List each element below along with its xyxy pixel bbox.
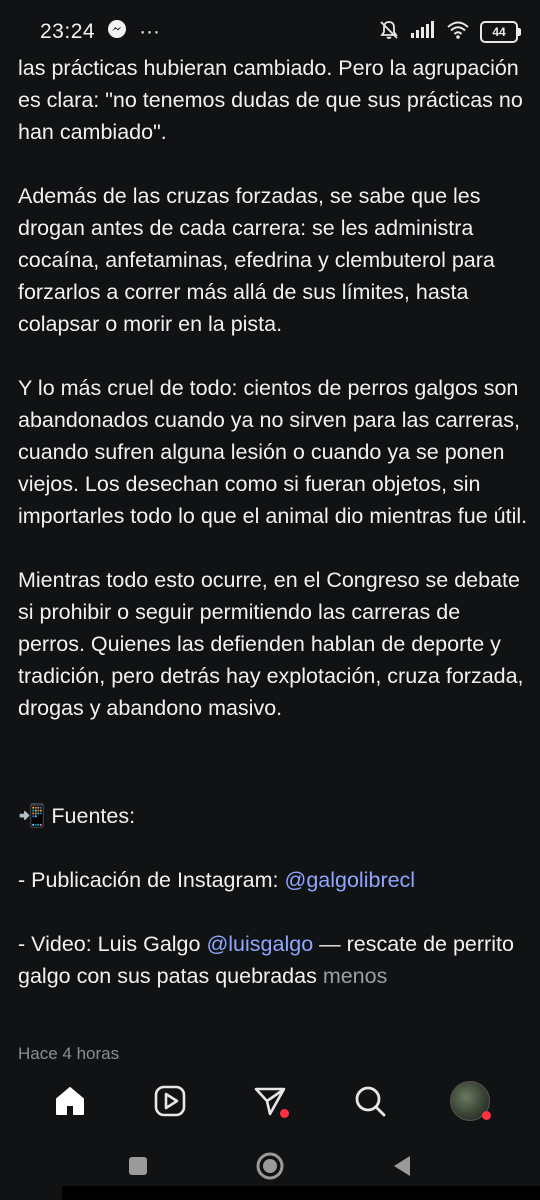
source-video-label: - Video: Luis Galgo — [18, 932, 207, 956]
home-circle-icon — [256, 1152, 284, 1179]
recents-icon — [129, 1156, 147, 1175]
back-icon — [394, 1155, 410, 1176]
nav-home[interactable] — [45, 1076, 95, 1126]
threads-icon: @ — [206, 932, 229, 956]
messenger-icon — [107, 19, 127, 45]
source-video: - Video: Luis Galgo @luisgalgo — rescate… — [18, 928, 528, 992]
bottom-nav — [0, 1066, 540, 1136]
mute-bell-icon — [378, 19, 400, 46]
source-instagram-label: - Publicación de Instagram: — [18, 868, 285, 892]
threads-icon: @ — [284, 868, 307, 892]
post-timestamp: Hace 4 horas — [18, 1044, 120, 1063]
post-body: las prácticas hubieran cambiado. Pero la… — [18, 52, 528, 1024]
wifi-icon — [446, 20, 470, 45]
more-notifications-icon: ··· — [139, 20, 161, 43]
play-icon — [154, 1085, 186, 1117]
post-paragraph-congress: Mientras todo esto ocurre, en el Congres… — [18, 568, 524, 720]
messages-notification-dot — [280, 1109, 289, 1118]
home-system-button[interactable] — [255, 1151, 285, 1186]
mention-luisgalgo-text: luisgalgo — [228, 932, 314, 956]
status-right: 44 — [378, 19, 521, 46]
nav-search[interactable] — [345, 1076, 395, 1126]
post-paragraph-partial: las prácticas hubieran cambiado. Pero la… — [18, 56, 523, 144]
nav-profile[interactable] — [445, 1076, 495, 1126]
home-icon — [56, 1087, 84, 1115]
phone-arrow-icon: 📲 — [18, 803, 46, 828]
status-time: 23:24 — [40, 20, 96, 43]
gesture-strip — [62, 1186, 540, 1200]
battery-icon: 44 — [480, 21, 521, 43]
status-left: 23:24 ··· — [40, 19, 160, 45]
sources-heading: 📲 Fuentes: — [18, 800, 528, 832]
source-instagram: - Publicación de Instagram: @galgolibrec… — [18, 864, 528, 896]
profile-notification-dot — [482, 1111, 491, 1120]
nav-messages[interactable] — [245, 1076, 295, 1126]
mention-luisgalgo[interactable]: @luisgalgo — [206, 932, 313, 956]
post-paragraph-drugs: Además de las cruzas forzadas, se sabe q… — [18, 184, 495, 336]
sources-title: Fuentes: — [51, 804, 136, 828]
back-button[interactable] — [391, 1154, 413, 1183]
signal-icon — [410, 20, 436, 44]
mention-galgolibrecl-text: galgolibrecl — [306, 868, 416, 892]
mention-galgolibrecl[interactable]: @galgolibrecl — [285, 868, 416, 892]
nav-reels[interactable] — [145, 1076, 195, 1126]
less-link[interactable]: menos — [323, 964, 388, 988]
recents-button[interactable] — [127, 1155, 149, 1182]
search-icon — [355, 1086, 386, 1117]
post-paragraph-abandonment: Y lo más cruel de todo: cientos de perro… — [18, 376, 528, 528]
